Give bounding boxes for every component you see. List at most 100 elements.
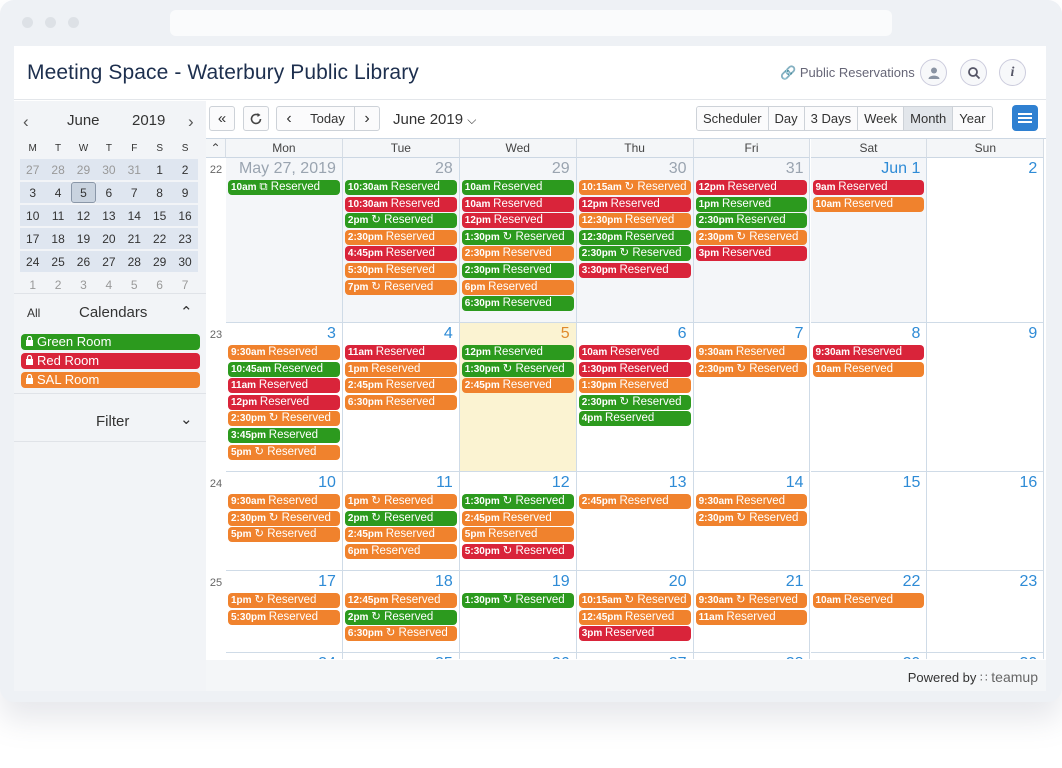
filter-section-header[interactable]: Filter ⌄ [14, 410, 206, 433]
event-chip[interactable]: 1pm Reserved [695, 196, 808, 212]
event-chip[interactable]: 12pm Reserved [228, 394, 340, 410]
mini-day[interactable]: 8 [146, 182, 173, 203]
prev-button[interactable]: ‹ [276, 106, 302, 131]
event-chip[interactable]: 5pm ↻ Reserved [228, 527, 340, 543]
view-button-month[interactable]: Month [904, 107, 954, 130]
day-number[interactable]: 13 [669, 474, 687, 492]
event-chip[interactable]: 12pm Reserved [695, 180, 808, 195]
day-number[interactable]: 28 [786, 655, 804, 659]
menu-button[interactable] [1012, 105, 1038, 131]
mini-day[interactable]: 22 [146, 228, 173, 249]
week-number[interactable]: 24 [206, 478, 226, 490]
mini-day[interactable]: 25 [45, 251, 71, 272]
event-chip[interactable]: 1:30pm Reserved [578, 378, 691, 394]
mini-day[interactable]: 2 [45, 274, 70, 295]
day-cell[interactable]: 28 [694, 653, 811, 659]
day-number[interactable]: 2 [1028, 160, 1037, 178]
week-number[interactable]: 22 [206, 164, 226, 176]
info-button[interactable]: i [999, 59, 1026, 86]
event-chip[interactable]: 1:30pm Reserved [578, 361, 691, 377]
day-cell[interactable]: 4 11am Reserved 1pm Reserved 2:45pm Reserve… [342, 323, 460, 472]
day-number[interactable]: 12 [552, 474, 570, 492]
day-number[interactable]: May 27, 2019 [239, 160, 336, 178]
mini-year-label[interactable]: 2019 [132, 112, 165, 129]
event-chip[interactable]: 10am Reserved [812, 196, 925, 212]
chevron-down-icon[interactable]: ⌄ [180, 410, 193, 428]
mini-day[interactable]: 16 [172, 205, 198, 226]
event-chip[interactable]: 2:45pm Reserved [344, 378, 457, 394]
day-number[interactable]: 30 [669, 160, 687, 178]
event-chip[interactable]: 3:30pm Reserved [578, 263, 691, 278]
all-calendars-toggle[interactable]: All [27, 306, 40, 320]
event-chip[interactable]: 9am Reserved [812, 180, 925, 195]
chevron-up-icon[interactable]: ⌃ [180, 303, 193, 321]
event-chip[interactable]: 9:30am Reserved [228, 494, 340, 509]
day-number[interactable]: 23 [1019, 573, 1037, 591]
event-chip[interactable]: 2:30pm Reserved [461, 263, 574, 278]
mini-day[interactable]: 18 [45, 228, 71, 249]
day-cell[interactable]: 2 [927, 158, 1045, 323]
event-chip[interactable]: 3pm Reserved [695, 246, 808, 262]
day-number[interactable]: 10 [318, 474, 336, 492]
event-chip[interactable]: 4:45pm Reserved [344, 246, 457, 262]
event-chip[interactable]: 2:30pm ↻ Reserved [695, 361, 808, 377]
day-number[interactable]: 29 [552, 160, 570, 178]
mini-day[interactable]: 31 [121, 159, 147, 180]
mini-month-label[interactable]: June [67, 112, 100, 129]
view-button-day[interactable]: Day [768, 107, 805, 130]
mini-day[interactable]: 28 [45, 159, 71, 180]
mini-day[interactable]: 24 [20, 251, 46, 272]
public-reservations-link[interactable]: 🔗 Public Reservations [780, 65, 915, 81]
prev-month-icon[interactable]: ‹ [23, 112, 29, 132]
event-chip[interactable]: 2pm ↻ Reserved [344, 510, 457, 526]
day-number[interactable]: 3 [327, 325, 336, 343]
mini-day[interactable]: 30 [172, 251, 198, 272]
day-cell[interactable]: 29 10am Reserved 10am Reserved 12pm Reserve… [459, 158, 577, 323]
event-chip[interactable]: 12pm Reserved [461, 345, 574, 360]
day-number[interactable]: 31 [786, 160, 804, 178]
mini-day[interactable]: 26 [70, 251, 97, 272]
day-cell[interactable]: 20 10:15am ↻ Reserved 12:45pm Reserved 3pm … [576, 571, 694, 653]
day-number[interactable]: 29 [903, 655, 921, 659]
day-cell[interactable]: Jun 1 9am Reserved 10am Reserved [810, 158, 928, 323]
event-chip[interactable]: 2:45pm Reserved [461, 510, 574, 526]
day-cell[interactable]: 12 1:30pm ↻ Reserved 2:45pm Reserved 5pm Re… [459, 472, 577, 571]
event-chip[interactable]: 10:30am Reserved [344, 180, 457, 195]
event-chip[interactable]: 5:30pm Reserved [344, 263, 457, 278]
event-chip[interactable]: 12:45pm Reserved [578, 609, 691, 625]
event-chip[interactable]: 1:30pm ↻ Reserved [461, 593, 574, 608]
day-cell[interactable]: 26 [460, 653, 577, 659]
event-chip[interactable]: 6:30pm Reserved [461, 296, 574, 312]
event-chip[interactable]: 2pm ↻ Reserved [344, 213, 457, 229]
mini-day[interactable]: 3 [71, 274, 96, 295]
event-chip[interactable]: 10:15am ↻ Reserved [578, 593, 691, 608]
refresh-button[interactable] [243, 106, 269, 131]
event-chip[interactable]: 6:30pm Reserved [344, 394, 457, 410]
event-chip[interactable]: 9:30am Reserved [228, 345, 340, 360]
day-number[interactable]: 18 [435, 573, 453, 591]
day-number[interactable]: 6 [678, 325, 687, 343]
mini-day[interactable]: 6 [147, 274, 172, 295]
event-chip[interactable]: 12:30pm Reserved [578, 213, 691, 229]
event-chip[interactable]: 10:45am Reserved [228, 361, 340, 377]
event-chip[interactable]: 2:30pm ↻ Reserved [578, 246, 691, 262]
day-cell[interactable]: 29 [811, 653, 928, 659]
event-chip[interactable]: 2:30pm ↻ Reserved [228, 411, 340, 427]
event-chip[interactable]: 2:45pm Reserved [461, 378, 574, 394]
mini-day[interactable]: 27 [96, 251, 122, 272]
mini-day[interactable]: 5 [70, 182, 97, 203]
collapse-weeks-icon[interactable]: ⌃ [206, 139, 226, 158]
view-button-year[interactable]: Year [953, 107, 992, 130]
mini-day[interactable]: 4 [45, 182, 71, 203]
mini-day[interactable]: 10 [20, 205, 46, 226]
event-chip[interactable]: 6:30pm ↻ Reserved [344, 626, 457, 642]
event-chip[interactable]: 12pm Reserved [461, 213, 574, 229]
day-cell[interactable]: 5 12pm Reserved 1:30pm ↻ Reserved 2:45pm Re… [459, 323, 577, 472]
mini-day[interactable]: 27 [20, 159, 46, 180]
mini-day[interactable]: 14 [121, 205, 147, 226]
mini-day[interactable]: 15 [146, 205, 173, 226]
search-button[interactable] [960, 59, 987, 86]
day-cell[interactable]: 14 9:30am Reserved 2:30pm ↻ Reserved [693, 472, 811, 571]
day-cell[interactable]: 27 [577, 653, 694, 659]
event-chip[interactable]: 2:30pm Reserved [695, 213, 808, 229]
